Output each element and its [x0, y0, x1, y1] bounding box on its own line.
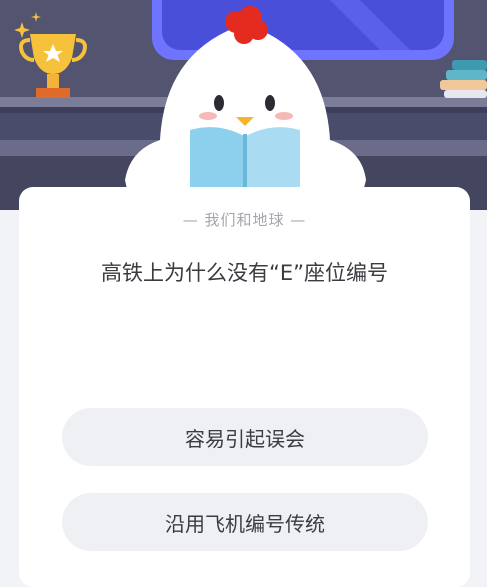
answer-option-1[interactable]: 容易引起误会	[62, 408, 428, 466]
header-illustration	[0, 0, 487, 210]
answer-option-1-label: 容易引起误会	[185, 426, 305, 451]
quiz-card: — 我们和地球 — 高铁上为什么没有“E”座位编号 容易引起误会 沿用飞机编号传…	[19, 187, 470, 587]
answer-option-2-label: 沿用飞机编号传统	[165, 511, 325, 536]
quiz-category: — 我们和地球 —	[182, 211, 307, 229]
answer-option-2[interactable]: 沿用飞机编号传统	[62, 493, 428, 551]
quiz-question: 高铁上为什么没有“E”座位编号	[100, 261, 389, 285]
